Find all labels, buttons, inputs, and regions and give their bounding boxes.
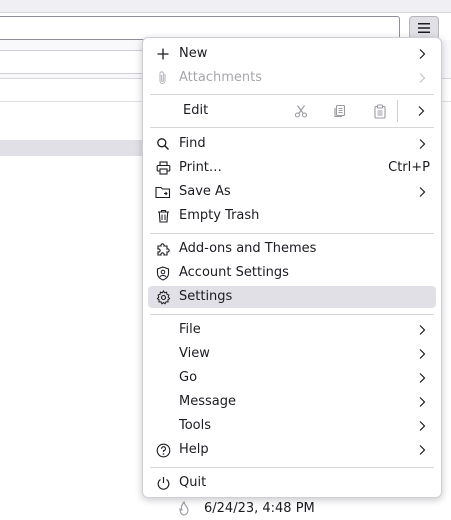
menu-item-new[interactable]: New [148, 43, 436, 65]
message-row[interactable]: 6/24/23, 4:48 PM [178, 499, 315, 517]
menu-item-empty-trash[interactable]: Empty Trash [148, 205, 436, 227]
paste-icon[interactable] [369, 101, 391, 121]
puzzle-icon [154, 240, 172, 258]
menu-item-account-settings[interactable]: Account Settings [148, 262, 436, 284]
menu-item-message[interactable]: Message [148, 391, 436, 413]
chevron-right-icon [416, 182, 428, 202]
app-menu-panel: New Attachments Edit Find Print… Ctrl+P … [142, 37, 442, 498]
menu-item-tools[interactable]: Tools [148, 415, 436, 437]
menu-item-label: Account Settings [179, 265, 289, 280]
menu-item-save-as[interactable]: Save As [148, 181, 436, 203]
menu-item-label: View [179, 346, 210, 361]
menu-item-label: Quit [179, 475, 207, 490]
menu-separator [150, 314, 434, 315]
menu-item-addons-themes[interactable]: Add-ons and Themes [148, 238, 436, 260]
trash-icon [154, 207, 172, 225]
chevron-right-icon [416, 440, 428, 460]
folder-icon [154, 183, 172, 201]
chevron-right-icon [416, 134, 428, 154]
menu-item-label: File [179, 322, 201, 337]
quick-filter-input[interactable] [0, 50, 158, 74]
menu-separator [150, 467, 434, 468]
menu-item-go[interactable]: Go [148, 367, 436, 389]
menu-item-attachments: Attachments [148, 67, 436, 89]
menu-item-label: Empty Trash [179, 208, 260, 223]
menu-item-label: Attachments [179, 70, 262, 85]
menu-separator [150, 94, 434, 95]
help-icon [154, 441, 172, 459]
chevron-right-icon[interactable] [410, 101, 432, 121]
account-shield-icon [154, 264, 172, 282]
paperclip-icon [154, 69, 172, 87]
menu-item-find[interactable]: Find [148, 133, 436, 155]
power-icon [154, 474, 172, 492]
menu-item-label: Go [179, 370, 198, 385]
plus-icon [154, 45, 172, 63]
cut-icon[interactable] [290, 101, 312, 121]
menu-item-print[interactable]: Print… Ctrl+P [148, 157, 436, 179]
chevron-right-icon [416, 68, 428, 88]
menu-item-quit[interactable]: Quit [148, 472, 436, 494]
message-date: 6/24/23, 4:48 PM [204, 500, 315, 516]
title-strip [0, 0, 451, 13]
selected-message-row[interactable] [0, 140, 160, 156]
chevron-right-icon [416, 416, 428, 436]
gear-icon [154, 288, 172, 306]
menu-item-label: Add-ons and Themes [179, 241, 317, 256]
menu-item-file[interactable]: File [148, 319, 436, 341]
menu-item-view[interactable]: View [148, 343, 436, 365]
menu-item-label: Tools [179, 418, 212, 433]
attachment-flame-icon [179, 500, 189, 516]
menu-edit-label: Edit [183, 103, 209, 118]
menu-item-label: Settings [179, 289, 233, 304]
menu-item-help[interactable]: Help [148, 439, 436, 461]
edit-divider [397, 100, 398, 122]
chevron-right-icon [416, 368, 428, 388]
menu-item-label: Print… [179, 160, 222, 175]
menu-item-label: Help [179, 442, 209, 457]
menu-item-label: Save As [179, 184, 231, 199]
chevron-right-icon [416, 344, 428, 364]
menu-item-settings[interactable]: Settings [148, 286, 436, 308]
chevron-right-icon [416, 44, 428, 64]
menu-edit-row: Edit [148, 98, 436, 124]
chevron-right-icon [416, 392, 428, 412]
hamburger-icon [418, 23, 430, 33]
print-shortcut: Ctrl+P [388, 160, 430, 175]
menu-separator [150, 127, 434, 128]
menu-item-label: Find [179, 136, 206, 151]
printer-icon [154, 159, 172, 177]
copy-icon[interactable] [329, 101, 351, 121]
search-icon [154, 135, 172, 153]
menu-item-label: New [179, 46, 208, 61]
menu-separator [150, 233, 434, 234]
chevron-right-icon [416, 320, 428, 340]
menu-item-label: Message [179, 394, 236, 409]
